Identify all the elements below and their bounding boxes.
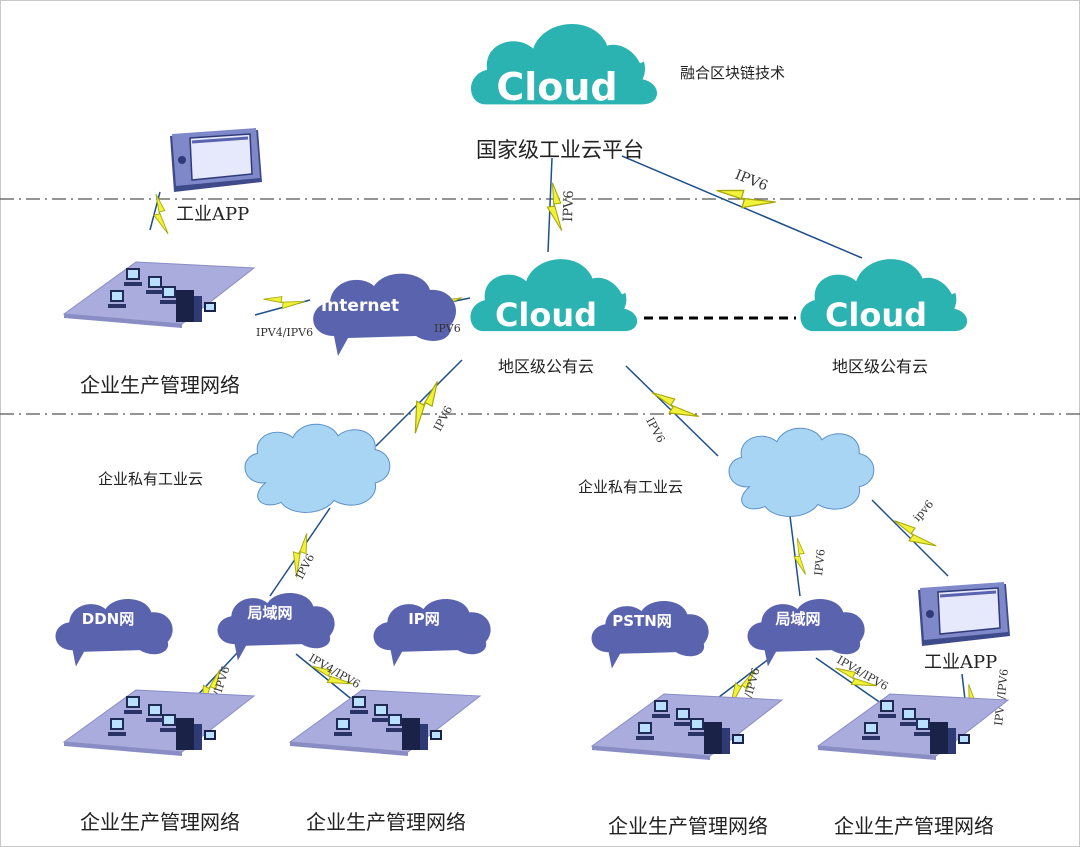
regional-cloud-text-right: Cloud (825, 296, 927, 334)
link-label-ipv6-lan-right: IPV6 (812, 548, 828, 576)
blockchain-note: 融合区块链技术 (680, 64, 785, 82)
link-label-ipv6-national: IPV6 (561, 190, 577, 222)
internet-cloud-text: Internet (321, 296, 399, 316)
network-label-top-left: 企业生产管理网络 (80, 373, 240, 397)
app-label-bottom: 工业APP (924, 652, 997, 673)
lan-cloud-text-right: 局域网 (774, 610, 820, 628)
network-diagram: Cloud 国家级工业云平台 融合区块链技术 工业APP IPV6 IPV6 企… (0, 0, 1080, 847)
tablet-icon (168, 126, 264, 194)
network-label-bottom-1: 企业生产管理网络 (80, 810, 240, 834)
national-cloud-text: Cloud (496, 65, 617, 109)
ip-cloud-text: IP网 (408, 610, 440, 628)
regional-label-left: 地区级公有云 (498, 357, 594, 376)
lan-cloud-text-left: 局域网 (246, 604, 292, 622)
private-cloud-label-right: 企业私有工业云 (578, 478, 683, 496)
link-label-ipv4-ipv6-internet: IPV4/IPV6 (256, 326, 313, 339)
tablet-icon-bottom (916, 580, 1012, 648)
private-cloud-icon-right (728, 427, 875, 517)
regional-label-right: 地区级公有云 (832, 357, 928, 376)
pstn-cloud-text: PSTN网 (612, 612, 672, 630)
network-label-bottom-2: 企业生产管理网络 (306, 810, 466, 834)
private-cloud-icon-left (244, 423, 391, 513)
network-label-bottom-3: 企业生产管理网络 (608, 814, 768, 838)
link-label-ipv6-internet: IPV6 (434, 322, 461, 335)
regional-cloud-text-left: Cloud (495, 296, 597, 334)
app-label-top: 工业APP (176, 204, 249, 225)
private-cloud-label-left: 企业私有工业云 (98, 470, 203, 488)
network-label-bottom-4: 企业生产管理网络 (834, 814, 994, 838)
national-platform-label: 国家级工业云平台 (476, 138, 644, 162)
ddn-cloud-text: DDN网 (82, 610, 134, 628)
